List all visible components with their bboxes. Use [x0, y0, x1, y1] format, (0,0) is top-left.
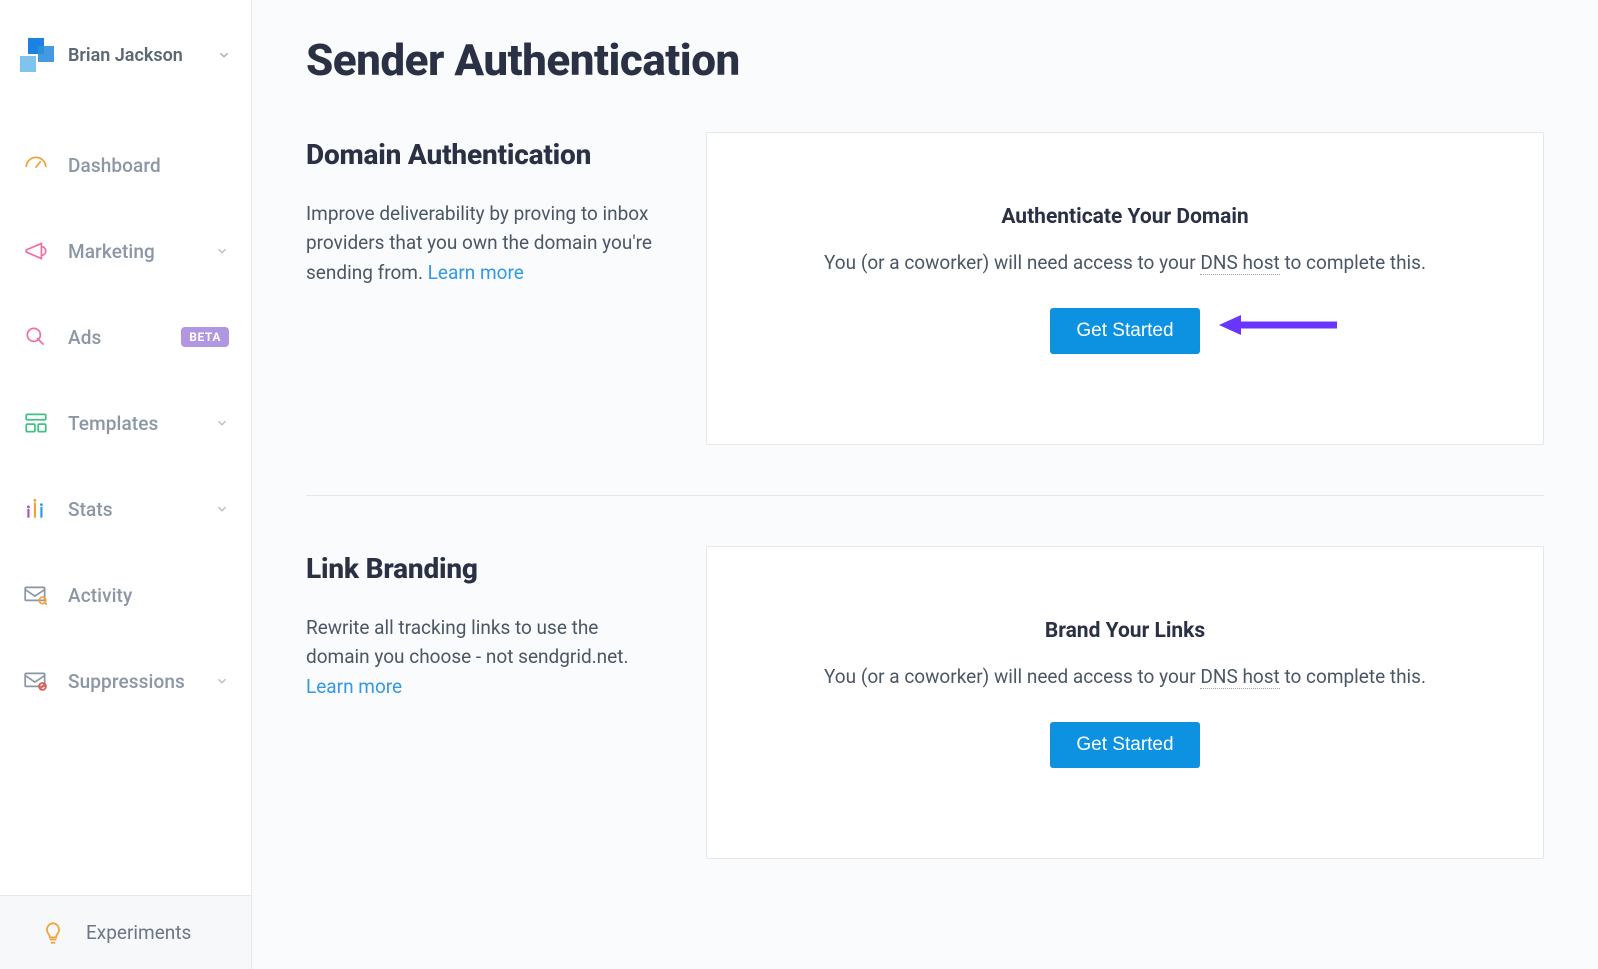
chevron-down-icon — [215, 502, 229, 516]
learn-more-link[interactable]: Learn more — [306, 675, 402, 698]
chevron-down-icon — [217, 48, 231, 62]
get-started-button[interactable]: Get Started — [1050, 722, 1199, 768]
section-heading: Domain Authentication — [306, 138, 666, 171]
card-domain-authentication: Authenticate Your Domain You (or a cowor… — [706, 132, 1544, 445]
bar-chart-icon — [22, 495, 50, 523]
templates-icon — [22, 409, 50, 437]
section-link-branding: Link Branding Rewrite all tracking links… — [306, 495, 1544, 909]
sidebar-item-stats[interactable]: Stats — [0, 466, 251, 552]
sidebar-item-dashboard[interactable]: Dashboard — [0, 122, 251, 208]
lightbulb-icon — [40, 920, 66, 946]
get-started-button[interactable]: Get Started — [1050, 308, 1199, 354]
card-body: You (or a coworker) will need access to … — [747, 251, 1503, 274]
sidebar-item-marketing[interactable]: Marketing — [0, 208, 251, 294]
section-description: Rewrite all tracking links to use the do… — [306, 613, 666, 701]
megaphone-icon — [22, 237, 50, 265]
card-link-branding: Brand Your Links You (or a coworker) wil… — [706, 546, 1544, 859]
cursor-click-icon — [22, 323, 50, 351]
dns-host-text: DNS host — [1200, 251, 1279, 275]
sidebar: Brian Jackson Dashboard Marketing — [0, 0, 252, 969]
section-domain-authentication: Domain Authentication Improve deliverabi… — [306, 132, 1544, 495]
brand-logo-icon — [20, 38, 54, 72]
sidebar-item-ads[interactable]: Ads BETA — [0, 294, 251, 380]
account-name: Brian Jackson — [68, 45, 203, 66]
sidebar-item-experiments[interactable]: Experiments — [0, 895, 251, 969]
sidebar-item-label: Marketing — [68, 240, 197, 263]
account-switcher[interactable]: Brian Jackson — [0, 0, 251, 92]
mail-search-icon — [22, 581, 50, 609]
card-title: Authenticate Your Domain — [747, 205, 1503, 229]
chevron-down-icon — [215, 416, 229, 430]
section-description: Improve deliverability by proving to inb… — [306, 199, 666, 287]
main-content: Sender Authentication Domain Authenticat… — [252, 0, 1598, 969]
sidebar-item-templates[interactable]: Templates — [0, 380, 251, 466]
sidebar-item-activity[interactable]: Activity — [0, 552, 251, 638]
sidebar-item-label: Templates — [68, 412, 197, 435]
sidebar-item-label: Activity — [68, 584, 229, 607]
dns-host-text: DNS host — [1200, 665, 1279, 689]
mail-blocked-icon — [22, 667, 50, 695]
sidebar-item-label: Stats — [68, 498, 197, 521]
chevron-down-icon — [215, 674, 229, 688]
sidebar-item-label: Ads — [68, 326, 163, 349]
learn-more-link[interactable]: Learn more — [428, 261, 524, 284]
beta-badge: BETA — [181, 327, 229, 347]
chevron-down-icon — [215, 244, 229, 258]
card-title: Brand Your Links — [747, 619, 1503, 643]
arrow-annotation-icon — [1219, 311, 1339, 339]
sidebar-item-suppressions[interactable]: Suppressions — [0, 638, 251, 724]
section-heading: Link Branding — [306, 552, 666, 585]
dashboard-icon — [22, 151, 50, 179]
sidebar-item-label: Suppressions — [68, 670, 197, 693]
card-body: You (or a coworker) will need access to … — [747, 665, 1503, 688]
sidebar-nav: Dashboard Marketing Ads BETA — [0, 92, 251, 724]
page-title: Sender Authentication — [306, 34, 1544, 86]
sidebar-item-label: Dashboard — [68, 154, 229, 177]
